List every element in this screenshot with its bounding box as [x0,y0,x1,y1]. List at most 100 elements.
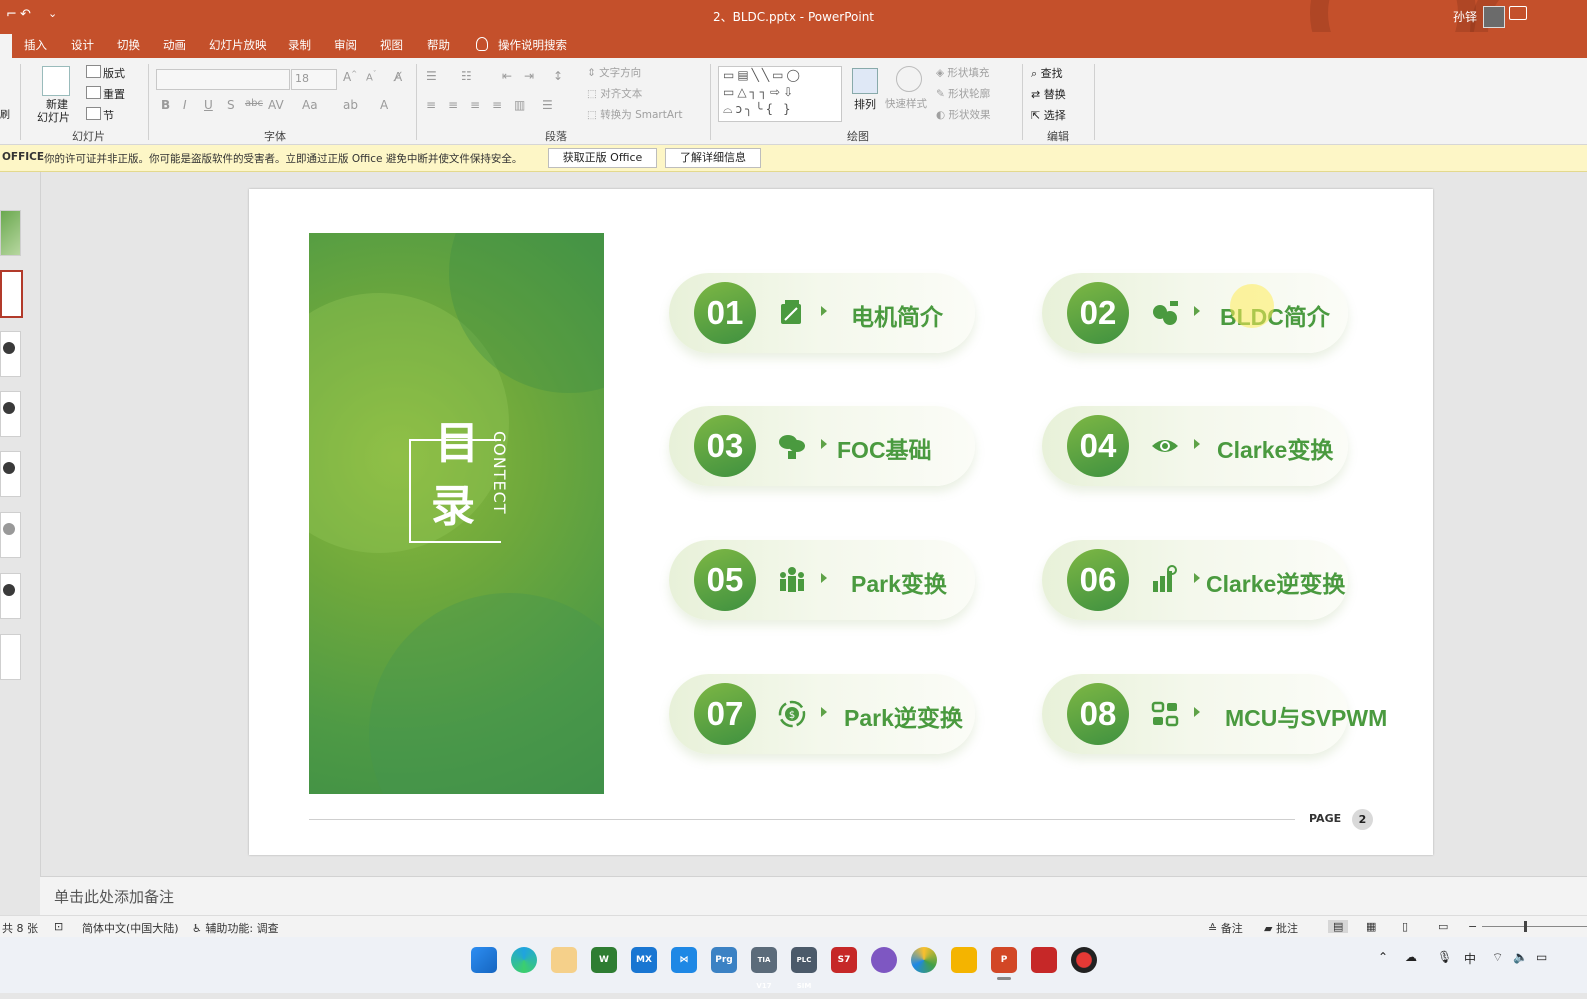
get-genuine-button[interactable]: 获取正版 Office [548,148,657,168]
shape-outline-button[interactable]: ✎ 形状轮廓 [936,86,990,101]
select-button[interactable]: ⇱ 选择 [1031,107,1066,123]
toc-item-04[interactable]: 04 Clarke变换 [1042,406,1348,486]
justify-icon[interactable]: ≡ [492,98,502,112]
file-explorer-icon[interactable] [951,947,977,973]
slide-sorter-icon[interactable]: ▦ [1366,920,1376,933]
slide-thumbnail-selected[interactable] [0,270,23,318]
shadow-icon[interactable]: S [227,98,235,112]
toc-item-06[interactable]: 06 Clarke逆变换 [1042,540,1348,620]
mx-icon[interactable]: MX [631,947,657,973]
bullets-icon[interactable]: ☰ [426,69,437,83]
align-left-icon[interactable]: ≡ [426,98,436,112]
quick-styles-button[interactable]: 快速样式 [885,96,927,111]
tia-icon[interactable]: TIA V17 [751,947,777,990]
tab-animations[interactable]: 动画 [163,37,186,53]
notes-toggle[interactable]: ≙ 备注 [1208,920,1243,936]
accessibility-status[interactable]: ♿ 辅助功能: 调查 [192,920,279,936]
italic-icon[interactable]: I [183,98,187,112]
vscode-icon[interactable]: ⋈ [671,947,697,973]
zoom-out-icon[interactable]: − [1468,920,1477,933]
user-name[interactable]: 孙铎 [1453,8,1477,25]
new-slide-icon[interactable] [42,66,70,96]
line-spacing-icon[interactable]: ↕ [553,69,563,83]
tab-record[interactable]: 录制 [288,37,311,53]
prg-icon[interactable]: Prg [711,947,737,973]
columns-icon[interactable]: ☰ [542,98,553,112]
shape-fill-button[interactable]: ◈ 形状填充 [936,65,989,80]
find-button[interactable]: ⌕ 查找 [1031,65,1063,81]
toc-item-08[interactable]: 08 MCU与SVPWM [1042,674,1387,754]
strikethrough-icon[interactable]: abc [245,98,263,109]
s7-icon[interactable]: S7 [831,947,857,973]
recorder-icon[interactable] [1071,947,1097,973]
new-slide-button-line2[interactable]: 幻灯片 [37,109,70,125]
tab-home[interactable] [0,34,12,58]
change-case-icon[interactable]: Aa [302,98,318,112]
underline-icon[interactable]: U [204,98,213,112]
tab-help[interactable]: 帮助 [427,37,450,53]
font-color-icon[interactable]: A [380,98,388,112]
arrange-button[interactable]: 排列 [854,96,876,112]
tab-view[interactable]: 视图 [380,37,403,53]
slide-thumbnail[interactable] [0,634,21,680]
comments-toggle[interactable]: ▰ 批注 [1264,920,1298,936]
ime-indicator[interactable]: 中 [1464,950,1476,967]
volume-icon[interactable]: 🔈 [1513,950,1528,964]
slide-canvas[interactable]: 目 录 CONTECT 01 电机简介 02 BLDC简介 03 FOC基础 0… [249,189,1433,855]
ribbon-display-icon[interactable] [1509,6,1527,20]
windows-start-icon[interactable] [471,947,497,973]
tab-review[interactable]: 审阅 [334,37,357,53]
grow-font-icon[interactable]: A^ [343,70,357,84]
increase-indent-icon[interactable]: ⇥ [524,69,534,83]
notes-pane[interactable]: 单击此处添加备注 [40,876,1587,915]
section-button[interactable]: 节 [103,107,114,123]
decrease-indent-icon[interactable]: ⇤ [502,69,512,83]
zoom-slider[interactable] [1482,926,1587,927]
language-status[interactable]: 简体中文(中国大陆) [82,920,179,936]
ball-app-icon[interactable] [871,947,897,973]
align-text-button[interactable]: ⬚ 对齐文本 [587,86,642,101]
learn-more-button[interactable]: 了解详细信息 [665,148,761,168]
avatar[interactable] [1483,6,1505,28]
highlight-icon[interactable]: ab [343,98,358,112]
tell-me-search[interactable]: 操作说明搜索 [498,37,567,53]
notes-placeholder[interactable]: 单击此处添加备注 [54,886,174,907]
replace-button[interactable]: ⇄ 替换 [1031,86,1066,102]
reset-button[interactable]: 重置 [103,86,125,102]
layout-button[interactable]: 版式 [103,65,125,81]
align-right-icon[interactable]: ≡ [470,98,480,112]
text-direction-button[interactable]: ⇕ 文字方向 [587,65,641,80]
numbering-icon[interactable]: ☷ [461,69,472,83]
edge-icon[interactable] [511,947,537,973]
tab-insert[interactable]: 插入 [24,37,47,53]
toc-item-07[interactable]: 07 $ Park逆变换 [669,674,975,754]
reading-view-icon[interactable]: ▯ [1402,920,1408,933]
battery-icon[interactable]: ▭ [1536,950,1547,964]
font-name-field[interactable] [156,69,290,90]
slide-thumbnail[interactable] [0,573,21,619]
toc-item-02[interactable]: 02 BLDC简介 [1042,273,1348,353]
tab-transitions[interactable]: 切换 [117,37,140,53]
browser-icon[interactable] [911,947,937,973]
word-icon[interactable]: W [591,947,617,973]
smartart-button[interactable]: ⬚ 转换为 SmartArt [587,107,682,122]
tab-slideshow[interactable]: 幻灯片放映 [209,37,267,53]
slide-thumbnail[interactable] [0,391,21,437]
slide-thumbnail[interactable] [0,331,21,377]
tray-chevron-icon[interactable]: ⌃ [1378,950,1388,964]
plcsim-icon[interactable]: PLC SIM [791,947,817,990]
bold-icon[interactable]: B [161,98,170,112]
cloud-icon[interactable]: ☁ [1405,950,1417,964]
toc-item-05[interactable]: 05 Park变换 [669,540,975,620]
slide-thumbnail[interactable] [0,451,21,497]
wifi-icon[interactable]: ⌔ [1492,950,1503,965]
toc-item-01[interactable]: 01 电机简介 [669,273,975,353]
notepad-icon[interactable] [551,947,577,973]
align-center-icon[interactable]: ≡ [448,98,458,112]
zoom-slider-thumb[interactable] [1524,921,1527,932]
normal-view-icon[interactable]: ▤ [1328,920,1349,933]
distributed-icon[interactable]: ▥ [514,98,525,112]
microphone-icon[interactable]: 🎙 [1437,950,1452,964]
clear-format-icon[interactable]: A̸ [394,70,402,84]
toc-item-03[interactable]: 03 FOC基础 [669,406,975,486]
